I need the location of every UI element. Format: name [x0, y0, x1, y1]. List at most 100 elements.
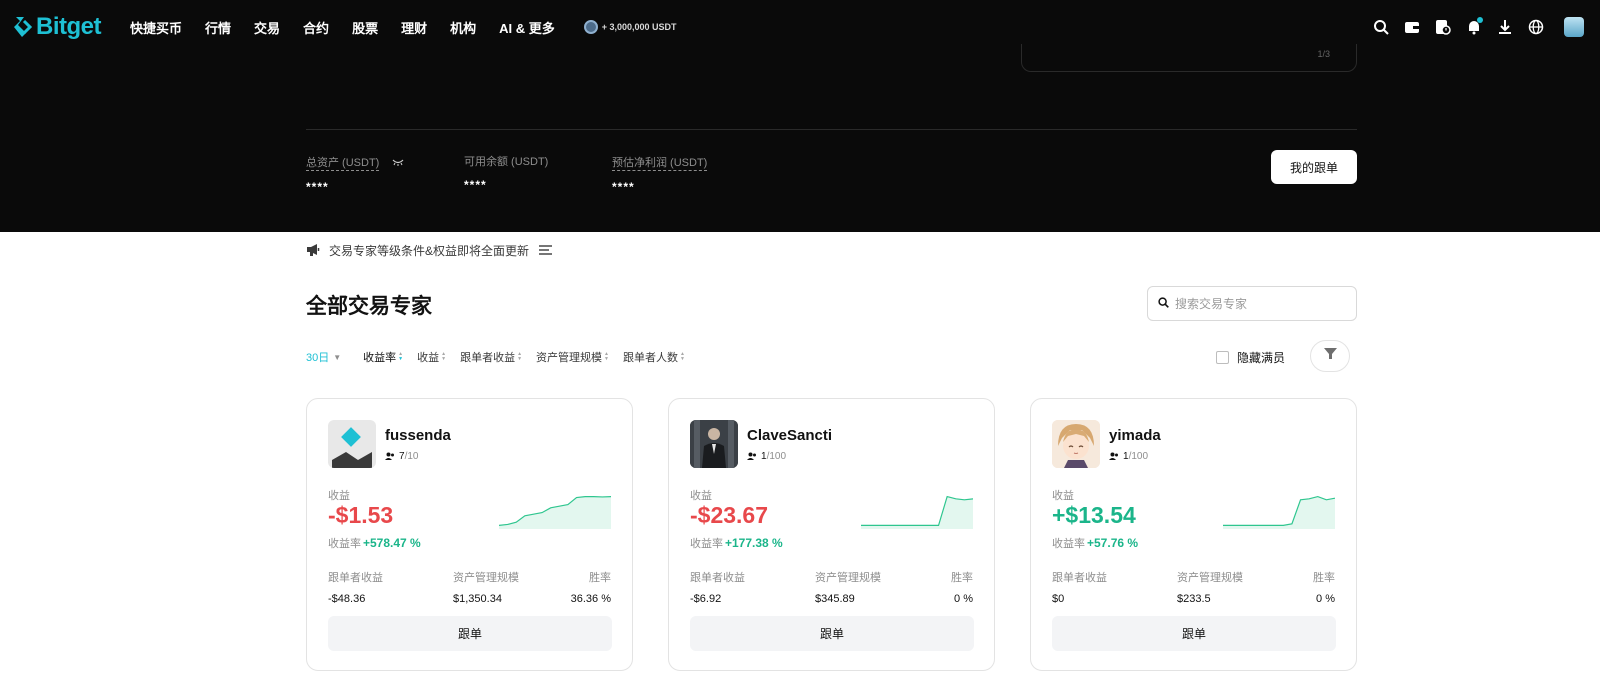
roi: 收益率 +578.47 % [328, 535, 421, 551]
period-dropdown[interactable]: 30日 ▼ [306, 349, 341, 365]
caret-down-icon: ▼ [333, 352, 342, 362]
hide-full-toggle[interactable]: 隐藏满员 [1216, 349, 1285, 366]
trader-avatar[interactable] [328, 420, 376, 468]
win-rate-label: 胜率 [951, 572, 973, 584]
follower-max: /100 [766, 451, 787, 462]
users-icon [1109, 452, 1118, 460]
sparkline-area [499, 496, 611, 529]
orders-icon[interactable] [1433, 17, 1453, 37]
sort-aum-label: 资产管理规模 [536, 352, 603, 364]
follower-pnl-value: -$6.92 [690, 593, 722, 605]
win-rate-value: 0 % [954, 593, 973, 605]
funnel-icon [1323, 347, 1337, 365]
pnl-label: 收益 [328, 490, 350, 502]
sort-filters: 30日 ▼ 收益率 ▲ ▼ 收益 ▲ ▼ 跟单者收益 ▲ ▼ 资产管理规模 ▲ ▼ 跟单… [306, 349, 699, 365]
nav-item-markets[interactable]: 行情 [205, 18, 231, 37]
my-copy-trades-button[interactable]: 我的跟单 [1271, 150, 1357, 184]
sort-arrows-icon: ▲ ▼ [517, 351, 523, 362]
coin-icon [583, 20, 598, 34]
promo-banner[interactable]: + 3,000,000 USDT [583, 20, 677, 34]
brand-name: Bitget [36, 13, 102, 40]
copy-trade-button[interactable]: 跟单 [1052, 616, 1336, 651]
follower-pnl-label: 跟单者收益 [328, 572, 383, 584]
sort-roi[interactable]: 收益率 ▲ ▼ [363, 349, 403, 365]
trader-search[interactable] [1147, 286, 1357, 321]
roi-value: +578.47 % [363, 536, 421, 550]
win-rate: 胜率 0 % [1313, 569, 1335, 605]
total-assets-label[interactable]: 总资产 (USDT) [306, 157, 380, 172]
aum: 资产管理规模 $233.5 [1177, 569, 1243, 605]
avatar[interactable] [1564, 17, 1584, 37]
nav-item-stocks[interactable]: 股票 [352, 18, 378, 37]
win-rate: 胜率 0 % [951, 569, 973, 605]
pnl-value: -$23.67 [690, 502, 769, 528]
bitget-logo-icon [14, 17, 33, 37]
sparkline-area [861, 496, 973, 529]
estimated-net-profit: 预估净利润 (USDT) **** [612, 153, 708, 194]
trader-name[interactable]: yimada [1109, 427, 1161, 444]
aum-value: $345.89 [815, 593, 855, 605]
search-icon[interactable] [1371, 17, 1391, 37]
announcement-text[interactable]: 交易专家等级条件&权益即将全面更新 [329, 242, 529, 259]
nav-item-trade[interactable]: 交易 [254, 18, 280, 37]
nav-item-institutional[interactable]: 机构 [450, 18, 476, 37]
roi: 收益率 +57.76 % [1052, 535, 1138, 551]
roi-value: +177.38 % [725, 536, 783, 550]
bell-icon[interactable] [1464, 17, 1484, 37]
period-value: 30日 [306, 352, 330, 364]
announcement-bar[interactable]: 交易专家等级条件&权益即将全面更新 [306, 242, 553, 259]
users-icon [385, 452, 394, 460]
nav-item-earn[interactable]: 理财 [401, 18, 427, 37]
roi-label: 收益率 [328, 538, 361, 550]
trader-name[interactable]: ClaveSancti [747, 427, 832, 444]
aum-value: $1,350.34 [453, 593, 502, 605]
trader-card[interactable]: yimada 1 /100 收益 +$13.54 收益率 +57.76 % 跟单者… [1030, 398, 1357, 671]
nav-item-futures[interactable]: 合约 [303, 18, 329, 37]
sort-follower-count[interactable]: 跟单者人数 ▲ ▼ [623, 349, 685, 365]
nav-item-ai-more[interactable]: AI & 更多 [499, 18, 555, 37]
eye-closed-icon[interactable] [392, 153, 404, 171]
sort-aum[interactable]: 资产管理规模 ▲ ▼ [536, 349, 609, 365]
estimated-net-profit-label[interactable]: 预估净利润 (USDT) [612, 157, 708, 171]
filter-button[interactable] [1310, 340, 1350, 372]
total-assets: 总资产 (USDT) **** [306, 153, 404, 194]
sort-pnl[interactable]: 收益 ▲ ▼ [417, 349, 446, 365]
nav-item-quick-buy[interactable]: 快捷买币 [130, 18, 182, 37]
pnl-value: +$13.54 [1052, 502, 1136, 528]
top-navbar: Bitget 快捷买币 行情 交易 合约 股票 理财 机构 AI & 更多 + … [0, 0, 1600, 54]
wallet-icon[interactable] [1402, 17, 1422, 37]
available-balance-value: **** [464, 178, 487, 192]
search-input[interactable] [1175, 296, 1345, 311]
available-balance: 可用余额 (USDT) **** [464, 153, 548, 192]
list-icon[interactable] [539, 244, 553, 258]
follower-count: 1 /100 [747, 451, 786, 462]
follower-pnl-label: 跟单者收益 [690, 572, 745, 584]
sparkline-area [1223, 496, 1335, 529]
trader-avatar[interactable] [690, 420, 738, 468]
copy-trade-button[interactable]: 跟单 [328, 616, 612, 651]
sort-follower-pnl[interactable]: 跟单者收益 ▲ ▼ [460, 349, 522, 365]
follower-pnl: 跟单者收益 -$6.92 [690, 569, 745, 605]
aum-label: 资产管理规模 [1177, 572, 1243, 584]
pnl-sparkline [1223, 495, 1335, 529]
trader-card[interactable]: fussenda 7 /10 收益 -$1.53 收益率 +578.47 % 跟单… [306, 398, 633, 671]
hide-full-checkbox[interactable] [1216, 351, 1229, 364]
sort-follower-pnl-label: 跟单者收益 [460, 352, 516, 364]
globe-icon[interactable] [1526, 17, 1546, 37]
trader-card[interactable]: ClaveSancti 1 /100 收益 -$23.67 收益率 +177.38… [668, 398, 995, 671]
aum: 资产管理规模 $345.89 [815, 569, 881, 605]
copy-trade-button[interactable]: 跟单 [690, 616, 974, 651]
follower-max: /100 [1128, 451, 1149, 462]
aum-label: 资产管理规模 [815, 572, 881, 584]
divider [306, 129, 1357, 130]
banner-card[interactable]: 1/3 [1021, 44, 1357, 72]
account-summary: 1/3 总资产 (USDT) **** 可用余额 (USDT) **** 预估净… [0, 44, 1600, 232]
trader-avatar[interactable] [1052, 420, 1100, 468]
pnl-sparkline [499, 496, 611, 529]
download-icon[interactable] [1495, 17, 1515, 37]
bitget-logo[interactable]: Bitget [12, 13, 102, 41]
nav-icons [1360, 0, 1590, 54]
follower-count: 1 /100 [1109, 451, 1148, 462]
trader-name[interactable]: fussenda [385, 427, 451, 444]
roi-label: 收益率 [690, 538, 723, 550]
